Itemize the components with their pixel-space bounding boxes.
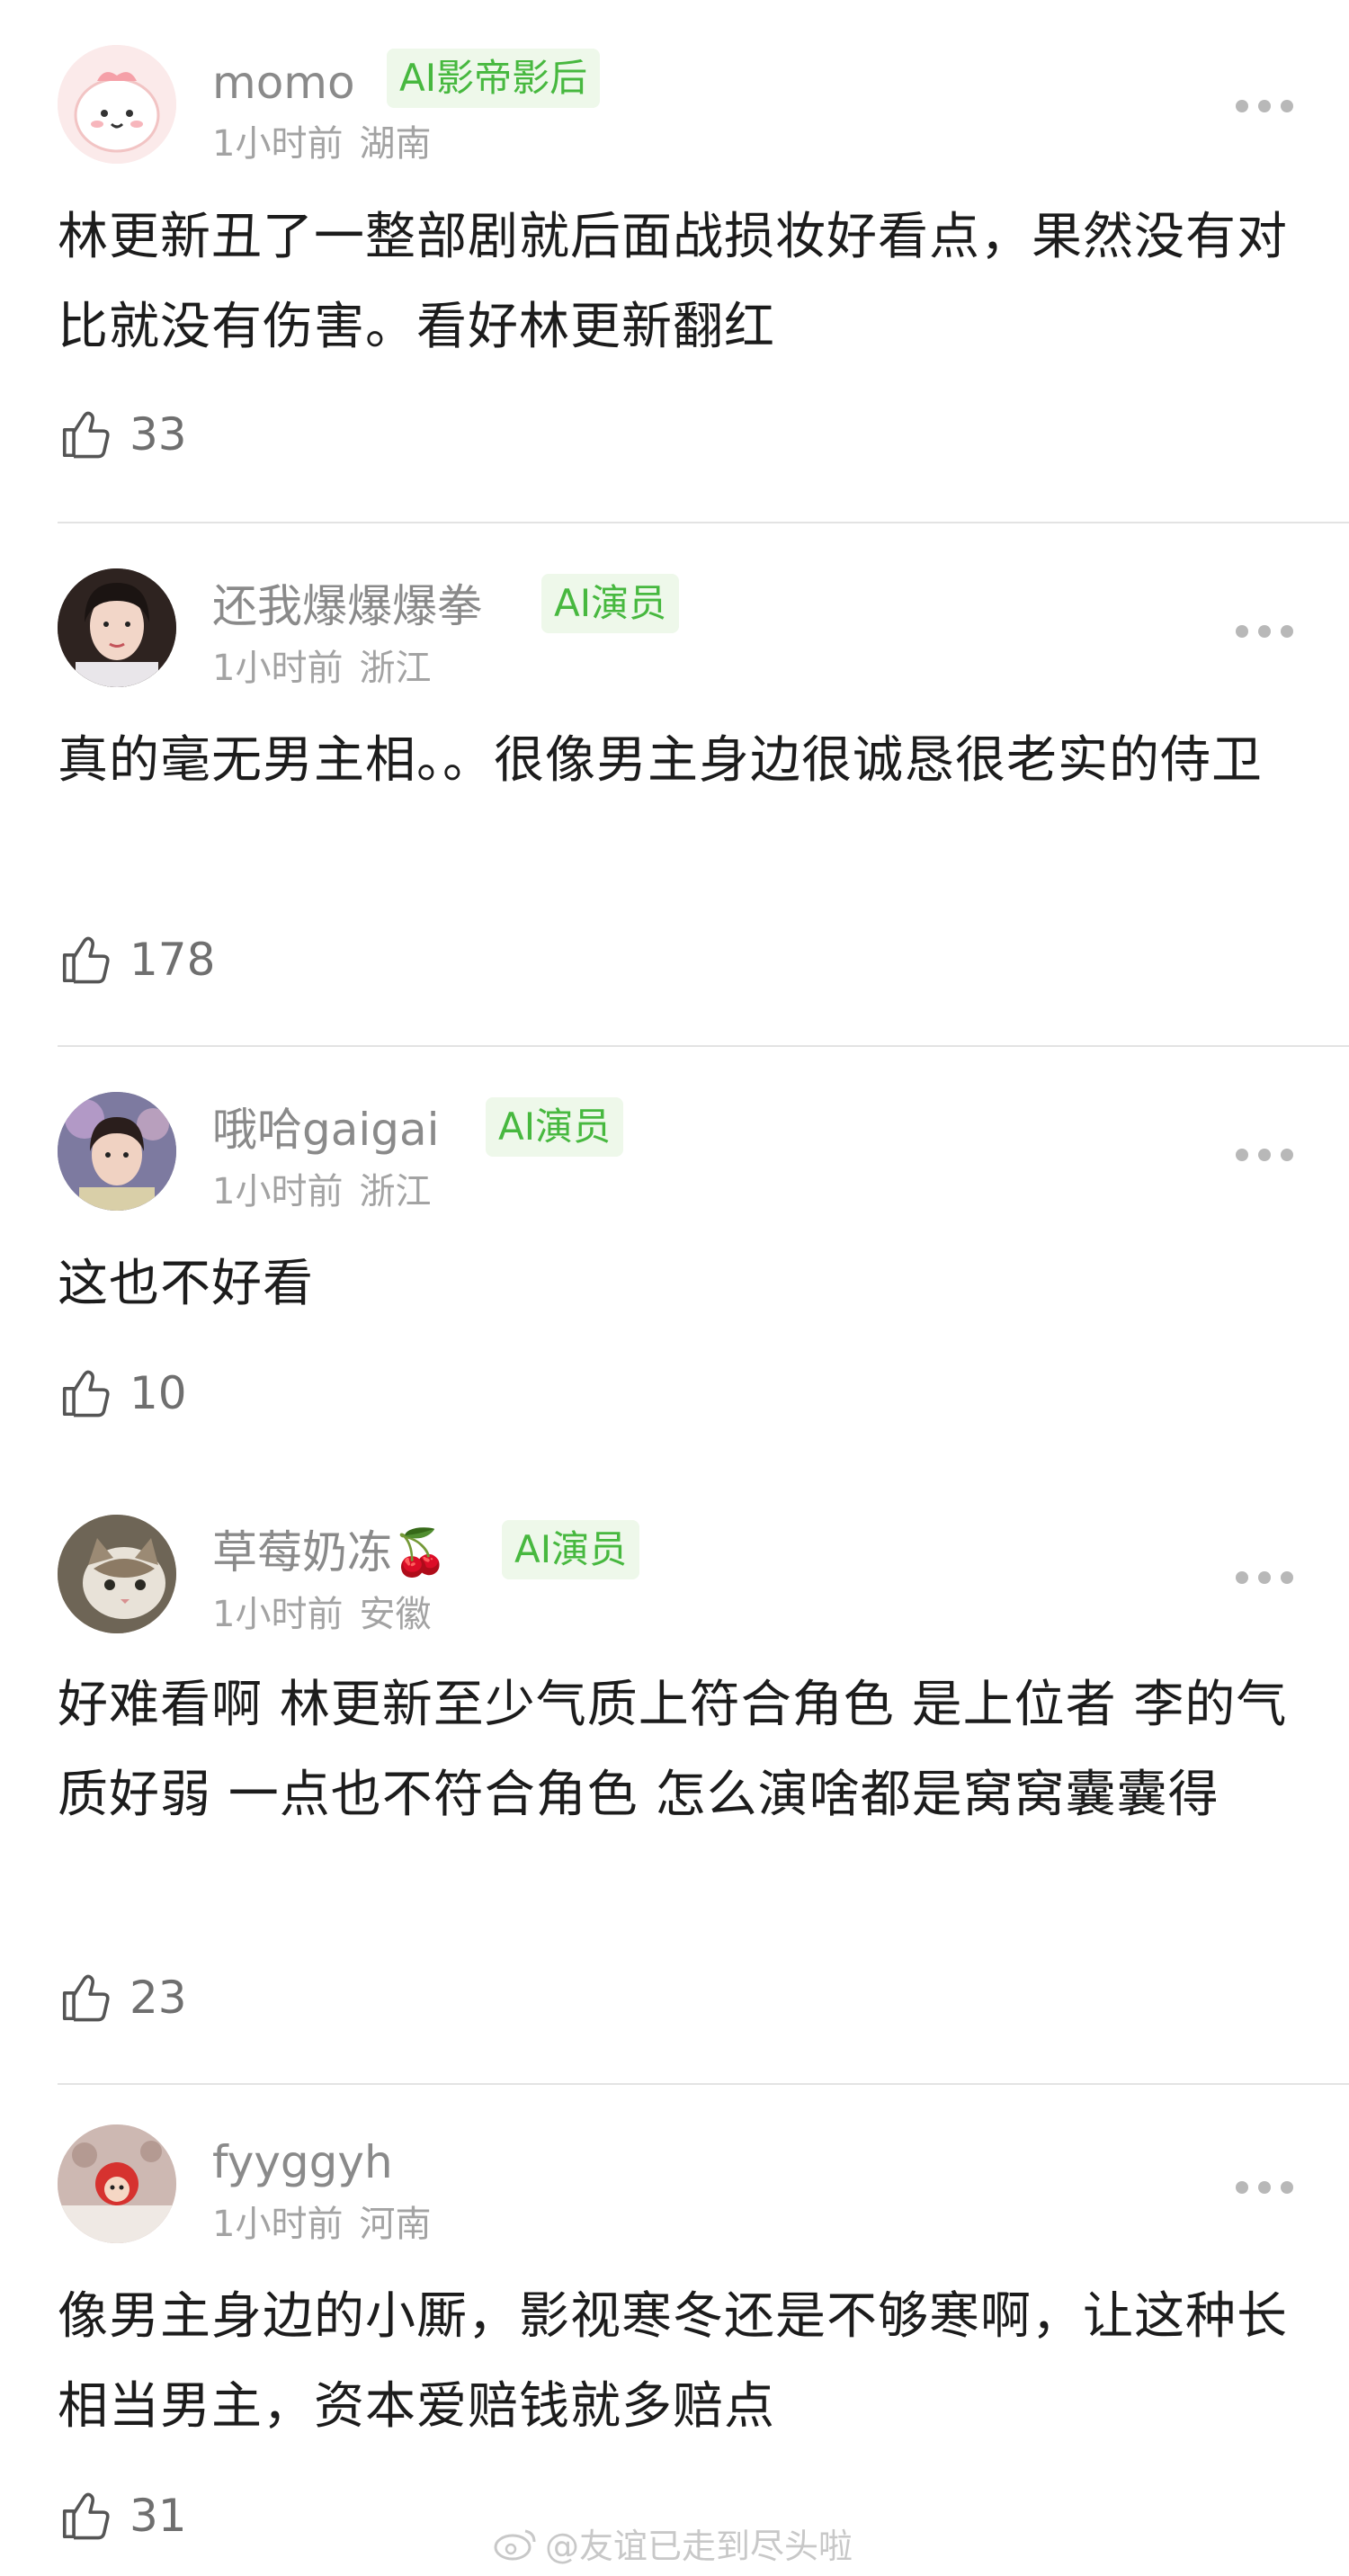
username[interactable]: momo bbox=[212, 56, 355, 110]
dot-icon bbox=[1281, 1149, 1293, 1161]
cat-avatar-icon bbox=[58, 1515, 176, 1633]
dot-icon bbox=[1258, 2181, 1271, 2194]
user-avatar[interactable] bbox=[58, 2124, 176, 2243]
comment-time: 1小时前 bbox=[212, 123, 344, 165]
dot-icon bbox=[1258, 625, 1271, 638]
dot-icon bbox=[1236, 1149, 1248, 1161]
comment-meta: 1小时前 浙江 bbox=[212, 1169, 431, 1214]
weibo-logo-icon bbox=[494, 2529, 536, 2560]
comment-text: 好难看啊 林更新至少气质上符合角色 是上位者 李的气质好弱 一点也不符合角色 怎… bbox=[58, 1676, 1288, 1824]
more-options-button[interactable] bbox=[1236, 621, 1293, 642]
username[interactable]: 还我爆爆爆拳 bbox=[212, 579, 482, 633]
comment-text: 像男主身边的小厮，影视寒冬还是不够寒啊，让这种长相当男主，资本爱赔钱就多赔点 bbox=[58, 2287, 1288, 2436]
user-badge[interactable]: AI演员 bbox=[502, 1520, 640, 1579]
red-cartoon-avatar-icon bbox=[58, 2124, 176, 2243]
comment-time: 1小时前 bbox=[212, 1171, 344, 1212]
portrait-avatar-icon bbox=[58, 568, 176, 687]
divider bbox=[58, 522, 1349, 523]
like-button[interactable]: 178 bbox=[58, 928, 215, 991]
more-options-button[interactable] bbox=[1236, 2177, 1293, 2198]
divider bbox=[58, 1045, 1349, 1047]
user-badge[interactable]: AI影帝影后 bbox=[387, 49, 601, 108]
comment-text: 这也不好看 bbox=[58, 1255, 314, 1313]
comment-time: 1小时前 bbox=[212, 1594, 344, 1635]
comment-location: 湖南 bbox=[359, 123, 432, 165]
comment-meta: 1小时前 河南 bbox=[212, 2202, 431, 2247]
dot-icon bbox=[1281, 100, 1293, 112]
dot-icon bbox=[1236, 2181, 1248, 2194]
username[interactable]: 哦哈gaigai bbox=[212, 1103, 440, 1157]
weibo-watermark: @友谊已走到尽头啦 bbox=[493, 2518, 853, 2568]
like-count: 23 bbox=[130, 1972, 187, 2024]
thumbs-up-icon bbox=[62, 2492, 110, 2540]
comment-meta: 1小时前 浙江 bbox=[212, 646, 431, 691]
comment-time: 1小时前 bbox=[212, 648, 344, 689]
like-count: 10 bbox=[130, 1367, 187, 1419]
comment-text: 林更新丑了一整部剧就后面战损妆好看点，果然没有对比就没有伤害。看好林更新翻红 bbox=[58, 208, 1288, 356]
comment-meta: 1小时前 安徽 bbox=[212, 1592, 431, 1637]
dot-icon bbox=[1258, 100, 1271, 112]
more-options-button[interactable] bbox=[1236, 1144, 1293, 1166]
like-button[interactable]: 10 bbox=[58, 1362, 187, 1425]
dot-icon bbox=[1281, 2181, 1293, 2194]
like-button[interactable]: 23 bbox=[58, 1966, 187, 2029]
user-badge[interactable]: AI演员 bbox=[541, 574, 680, 633]
more-options-button[interactable] bbox=[1236, 95, 1293, 117]
like-button[interactable]: 31 bbox=[58, 2484, 187, 2547]
dot-icon bbox=[1236, 1571, 1248, 1584]
username[interactable]: fyyggyh bbox=[212, 2135, 393, 2189]
thumbs-up-icon bbox=[62, 936, 110, 984]
user-avatar[interactable] bbox=[58, 568, 176, 687]
user-avatar[interactable] bbox=[58, 1092, 176, 1211]
thumbs-up-icon bbox=[62, 1370, 110, 1418]
user-badge[interactable]: AI演员 bbox=[486, 1097, 624, 1157]
watermark-text: @友谊已走到尽头啦 bbox=[545, 2527, 853, 2566]
comment-location: 浙江 bbox=[359, 1171, 432, 1212]
portrait-avatar-icon bbox=[58, 1092, 176, 1211]
dot-icon bbox=[1258, 1571, 1271, 1584]
comment-location: 河南 bbox=[359, 2204, 432, 2245]
pink-cartoon-avatar-icon bbox=[58, 45, 176, 164]
user-avatar[interactable] bbox=[58, 1515, 176, 1633]
comment-text: 真的毫无男主相。。很像男主身边很诚恳很老实的侍卫 bbox=[58, 731, 1263, 790]
comment-location: 安徽 bbox=[359, 1594, 432, 1635]
dot-icon bbox=[1258, 1149, 1271, 1161]
like-count: 31 bbox=[130, 2490, 187, 2542]
thumbs-up-icon bbox=[62, 411, 110, 459]
dot-icon bbox=[1236, 100, 1248, 112]
divider bbox=[58, 2083, 1349, 2085]
comment-time: 1小时前 bbox=[212, 2204, 344, 2245]
more-options-button[interactable] bbox=[1236, 1567, 1293, 1588]
thumbs-up-icon bbox=[62, 1974, 110, 2022]
like-count: 178 bbox=[130, 934, 216, 986]
username[interactable]: 草莓奶冻🍒 bbox=[212, 1525, 448, 1579]
like-button[interactable]: 33 bbox=[58, 403, 187, 466]
comment-location: 浙江 bbox=[359, 648, 432, 689]
comment-meta: 1小时前 湖南 bbox=[212, 121, 431, 166]
user-avatar[interactable] bbox=[58, 45, 176, 164]
dot-icon bbox=[1281, 625, 1293, 638]
like-count: 33 bbox=[130, 408, 187, 461]
dot-icon bbox=[1236, 625, 1248, 638]
dot-icon bbox=[1281, 1571, 1293, 1584]
